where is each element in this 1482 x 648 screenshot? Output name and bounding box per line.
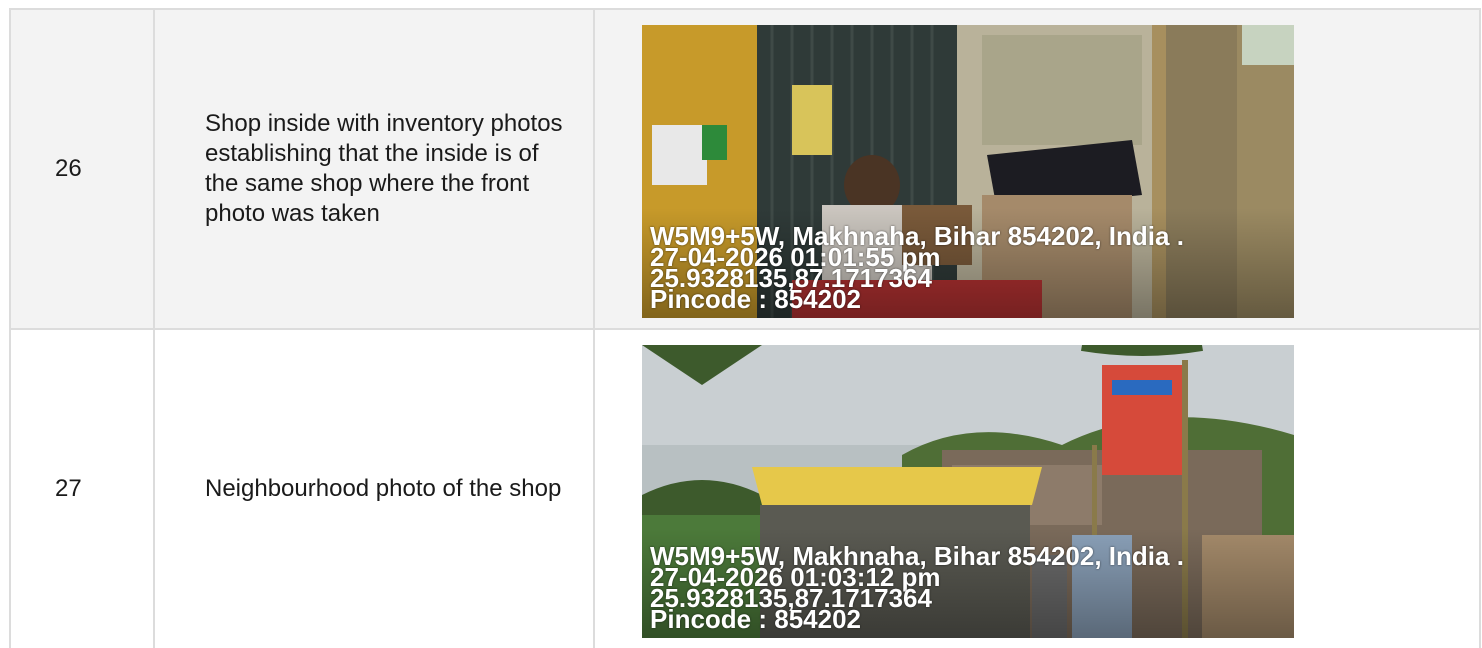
photo-cell: W5M9+5W, Makhnaha, Bihar 854202, India .… — [595, 10, 1479, 328]
photo-cell: W5M9+5W, Makhnaha, Bihar 854202, India .… — [595, 330, 1479, 648]
shop-inside-photo: W5M9+5W, Makhnaha, Bihar 854202, India .… — [642, 25, 1294, 318]
neighbourhood-photo: W5M9+5W, Makhnaha, Bihar 854202, India .… — [642, 345, 1294, 638]
row-description: Neighbourhood photo of the shop — [155, 330, 595, 648]
table-row: 27 Neighbourhood photo of the shop W5M9+… — [11, 328, 1479, 648]
row-description: Shop inside with inventory photos establ… — [155, 10, 595, 328]
row-number: 27 — [11, 330, 155, 648]
geo-stamp: W5M9+5W, Makhnaha, Bihar 854202, India .… — [650, 223, 1184, 312]
table-row: 26 Shop inside with inventory photos est… — [11, 8, 1479, 328]
row-number: 26 — [11, 10, 155, 328]
shop-photo-table: 26 Shop inside with inventory photos est… — [9, 8, 1481, 648]
geo-stamp: W5M9+5W, Makhnaha, Bihar 854202, India .… — [650, 543, 1184, 632]
